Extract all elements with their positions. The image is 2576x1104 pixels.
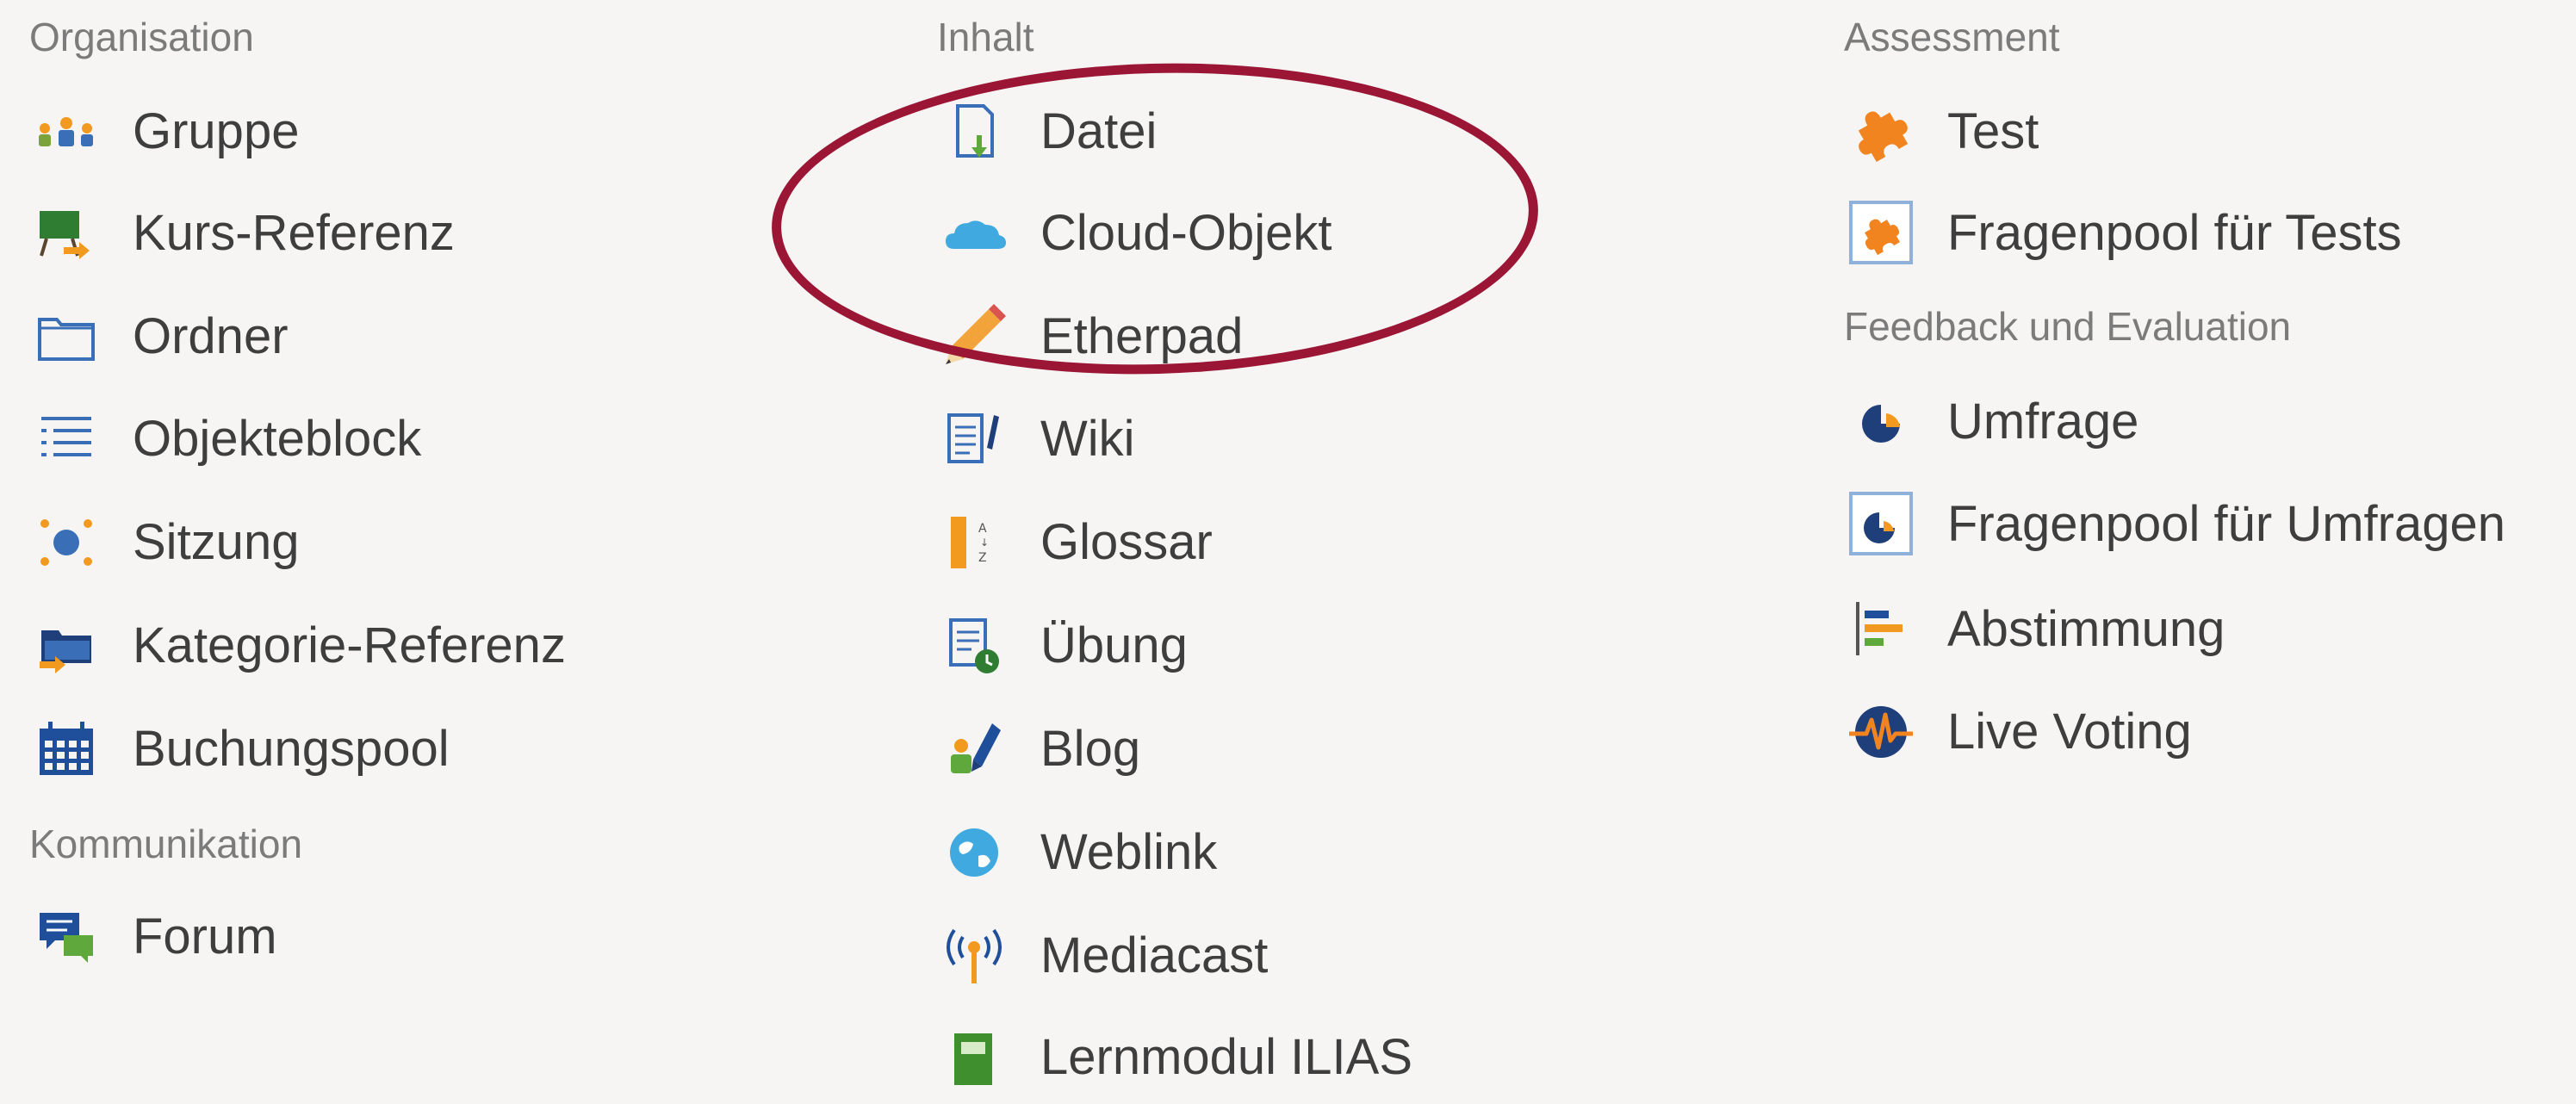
question-pool-test-icon — [1844, 195, 1918, 270]
item-fragenpool-umfragen[interactable]: Fragenpool für Umfragen — [1844, 476, 2505, 571]
category-reference-icon — [29, 608, 103, 682]
item-label: Buchungspool — [133, 720, 450, 777]
item-label: Umfrage — [1947, 393, 2139, 450]
item-label: Etherpad — [1040, 307, 1244, 364]
item-abstimmung[interactable]: Abstimmung — [1844, 581, 2225, 676]
weblink-icon — [937, 815, 1011, 889]
item-live-voting[interactable]: Live Voting — [1844, 684, 2192, 778]
item-weblink[interactable]: Weblink — [937, 804, 1217, 899]
file-icon — [937, 94, 1011, 168]
blog-icon — [937, 711, 1011, 785]
item-datei[interactable]: Datei — [937, 84, 1157, 178]
folder-icon — [29, 299, 103, 373]
mediacast-icon — [937, 918, 1011, 992]
item-label: Cloud-Objekt — [1040, 204, 1332, 261]
item-label: Weblink — [1040, 823, 1218, 880]
item-fragenpool-tests[interactable]: Fragenpool für Tests — [1844, 185, 2402, 280]
item-label: Ordner — [133, 307, 289, 364]
item-cloud-objekt[interactable]: Cloud-Objekt — [937, 185, 1331, 280]
item-glossar[interactable]: A ↓ Z Glossar — [937, 494, 1213, 589]
item-label: Sitzung — [133, 513, 300, 570]
glossary-icon: A ↓ Z — [937, 505, 1011, 579]
item-buchungspool[interactable]: Buchungspool — [29, 701, 450, 796]
item-ordner[interactable]: Ordner — [29, 288, 289, 383]
exercise-icon — [937, 608, 1011, 682]
item-gruppe[interactable]: Gruppe — [29, 84, 299, 178]
cloud-icon — [937, 195, 1011, 270]
item-label: Blog — [1040, 720, 1141, 777]
pencil-icon — [937, 299, 1011, 373]
item-blog[interactable]: Blog — [937, 701, 1140, 796]
heading-organisation: Organisation — [29, 15, 254, 59]
wiki-icon — [937, 401, 1011, 475]
test-puzzle-icon — [1844, 94, 1918, 168]
item-label: Fragenpool für Umfragen — [1947, 495, 2505, 552]
item-label: Gruppe — [133, 102, 300, 159]
item-test[interactable]: Test — [1844, 84, 2039, 178]
svg-text:Z: Z — [978, 551, 987, 565]
item-mediacast[interactable]: Mediacast — [937, 908, 1268, 1002]
item-umfrage[interactable]: Umfrage — [1844, 374, 2138, 468]
item-label: Wiki — [1040, 410, 1135, 467]
item-label: Live Voting — [1947, 703, 2192, 760]
calendar-icon — [29, 711, 103, 785]
survey-icon — [1844, 384, 1918, 458]
item-forum[interactable]: Forum — [29, 889, 277, 983]
item-label: Datei — [1040, 102, 1158, 159]
question-pool-survey-icon — [1844, 487, 1918, 561]
group-icon — [29, 94, 103, 168]
session-icon — [29, 505, 103, 579]
heading-inhalt: Inhalt — [937, 15, 1034, 59]
item-sitzung[interactable]: Sitzung — [29, 494, 299, 589]
svg-text:↓: ↓ — [980, 536, 989, 549]
item-label: Mediacast — [1040, 927, 1269, 983]
heading-kommunikation: Kommunikation — [29, 822, 303, 866]
item-label: Lernmodul ILIAS — [1040, 1028, 1413, 1085]
live-voting-icon — [1844, 694, 1918, 768]
item-uebung[interactable]: Übung — [937, 598, 1188, 692]
learning-module-icon — [937, 1020, 1011, 1094]
item-label: Abstimmung — [1947, 600, 2225, 657]
item-label: Test — [1947, 102, 2039, 159]
forum-icon — [29, 899, 103, 973]
item-label: Glossar — [1040, 513, 1213, 570]
heading-feedback: Feedback und Evaluation — [1844, 304, 2292, 349]
item-objekteblock[interactable]: Objekteblock — [29, 391, 421, 486]
item-label: Übung — [1040, 617, 1188, 673]
item-kategorie-referenz[interactable]: Kategorie-Referenz — [29, 598, 566, 692]
poll-icon — [1844, 592, 1918, 666]
item-kurs-referenz[interactable]: Kurs-Referenz — [29, 185, 455, 280]
item-etherpad[interactable]: Etherpad — [937, 288, 1243, 383]
list-icon — [29, 401, 103, 475]
svg-text:A: A — [978, 522, 987, 536]
item-lernmodul-ilias[interactable]: Lernmodul ILIAS — [937, 1009, 1412, 1104]
item-label: Fragenpool für Tests — [1947, 204, 2402, 261]
item-wiki[interactable]: Wiki — [937, 391, 1135, 486]
item-label: Kurs-Referenz — [133, 204, 455, 261]
item-label: Objekteblock — [133, 410, 422, 467]
heading-assessment: Assessment — [1844, 15, 2060, 59]
item-label: Kategorie-Referenz — [133, 617, 566, 673]
course-reference-icon — [29, 195, 103, 270]
item-label: Forum — [133, 908, 277, 964]
